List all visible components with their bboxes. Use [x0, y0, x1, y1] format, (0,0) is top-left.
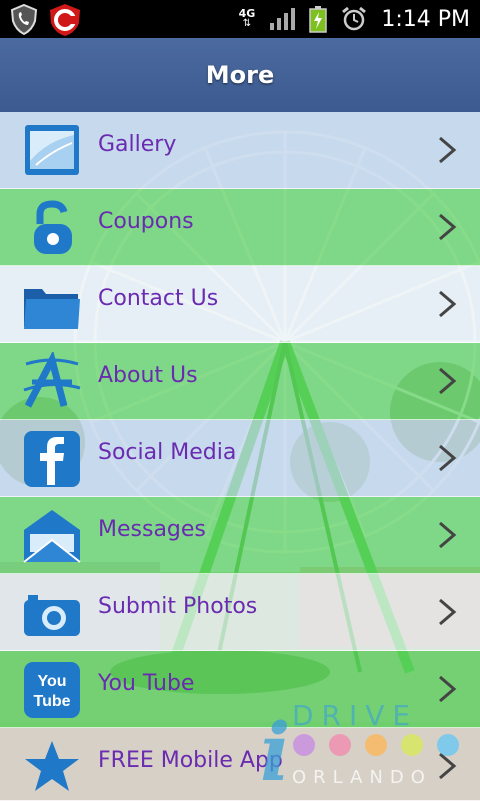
chevron-right-icon	[439, 521, 457, 549]
coupon-lock-icon	[34, 200, 72, 254]
alarm-icon	[342, 6, 367, 31]
menu-item-label: Submit Photos	[98, 594, 258, 619]
menu-item-label: Social Media	[98, 440, 237, 465]
menu-item-label: You Tube	[98, 671, 195, 696]
chevron-right-icon	[439, 136, 457, 164]
folder-icon	[24, 289, 80, 329]
camera-icon	[24, 595, 80, 636]
page-title: More	[205, 61, 275, 89]
chevron-right-icon	[439, 367, 457, 395]
menu-item-about-us[interactable]: About Us	[0, 343, 480, 420]
about-a-icon	[23, 352, 81, 408]
gallery-icon	[25, 125, 79, 175]
status-bar: 4G ⇅ 1:14 PM	[0, 0, 480, 38]
title-bar: More	[0, 38, 480, 113]
signal-strength-icon	[270, 8, 296, 30]
menu-item-label: Messages	[98, 517, 206, 542]
youtube-icon: You Tube	[24, 662, 80, 718]
logo-line2: ORLANDO	[292, 767, 432, 788]
chevron-right-icon	[439, 598, 457, 626]
battery-charging-icon	[309, 6, 328, 33]
idrive-orlando-logo: i DRIVE ORLANDO	[260, 699, 459, 795]
menu-item-social-media[interactable]: Social Media	[0, 420, 480, 497]
menu-item-contact-us[interactable]: Contact Us	[0, 266, 480, 343]
menu-item-label: Coupons	[98, 209, 194, 234]
svg-text:You: You	[37, 673, 66, 690]
menu-item-coupons[interactable]: Coupons	[0, 189, 480, 266]
shield-phone-icon	[10, 3, 38, 35]
network-transfer-icon: 4G ⇅	[238, 7, 256, 29]
menu-item-label: Contact Us	[98, 286, 219, 311]
menu-item-submit-photos[interactable]: Submit Photos	[0, 574, 480, 651]
svg-text:Tube: Tube	[33, 693, 70, 710]
facebook-icon	[24, 431, 80, 487]
envelope-icon	[23, 510, 81, 563]
clock: 1:14 PM	[381, 6, 470, 32]
app-logo-icon	[50, 4, 80, 36]
chevron-right-icon	[439, 444, 457, 472]
logo-line1: DRIVE	[292, 699, 418, 732]
chevron-right-icon	[439, 290, 457, 318]
star-icon	[25, 741, 79, 791]
menu-item-gallery[interactable]: Gallery	[0, 112, 480, 189]
menu-item-label: Gallery	[98, 132, 177, 157]
logo-letter: i	[260, 705, 290, 795]
chevron-right-icon	[439, 213, 457, 241]
menu-item-messages[interactable]: Messages	[0, 497, 480, 574]
menu-item-label: About Us	[98, 363, 198, 388]
